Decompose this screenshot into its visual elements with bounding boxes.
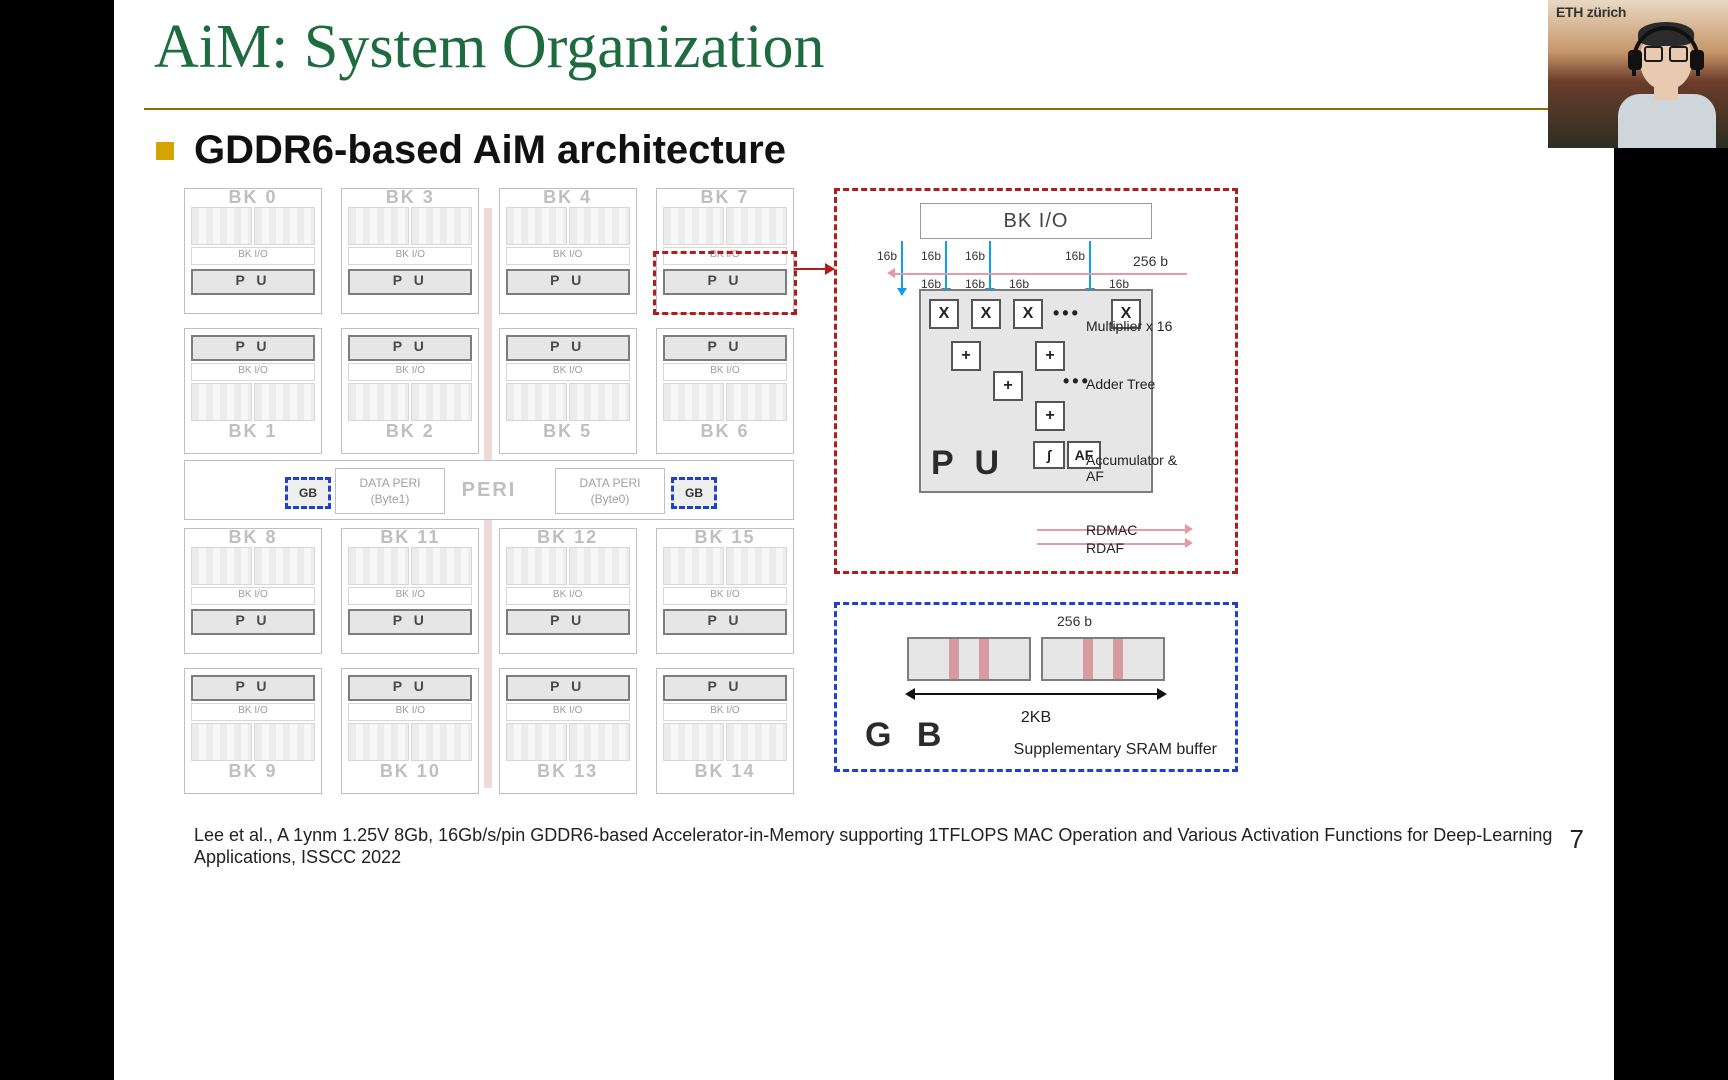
peri-label: PERI — [462, 479, 517, 502]
multiplier-unit: X — [929, 299, 959, 329]
bank-label: BK 3 — [342, 189, 478, 205]
pu-label-accumulator: Accumulator & AF — [1086, 452, 1196, 484]
ellipsis: ••• — [1053, 303, 1081, 324]
bus-bits-label: 256 b — [1133, 253, 1168, 269]
memory-bank: BK 7 BK I/O P U — [656, 188, 794, 314]
bank-row: P UBK I/OBK 9 P UBK I/OBK 10 P UBK I/OBK… — [184, 668, 794, 794]
presentation-slide: AiM: System Organization GDDR6-based AiM… — [114, 0, 1614, 1080]
pu-label-rdaf: RDAF — [1086, 540, 1124, 556]
pu-label-addertree: Adder Tree — [1086, 376, 1155, 392]
bank-row: BK 8BK I/OP U BK 11BK I/OP U BK 12BK I/O… — [184, 528, 794, 654]
bk-io-box: BK I/O — [920, 203, 1152, 239]
peri-block: PERI DATA PERI(Byte1) DATA PERI(Byte0) G… — [184, 460, 794, 520]
memory-bank: BK 0 BK I/O P U — [184, 188, 322, 314]
adder-unit: + — [951, 341, 981, 371]
gb-name: G B — [865, 716, 949, 755]
gb-buffer-bars — [855, 637, 1217, 681]
bank-io: BK I/O — [191, 247, 315, 265]
gb-bits-label: 256 b — [1057, 613, 1092, 629]
slide-subtitle: GDDR6-based AiM architecture — [194, 128, 786, 173]
data-peri-byte0: DATA PERI(Byte0) — [555, 468, 665, 514]
global-buffer-left: GB — [285, 477, 331, 509]
memory-bank: P U BK I/O BK 1 — [184, 328, 322, 454]
accumulator-unit: ∫ — [1033, 441, 1065, 469]
memory-bank: BK 4 BK I/O P U — [499, 188, 637, 314]
processing-unit: P U — [191, 269, 315, 295]
bank-array-diagram: BK 0 BK I/O P U BK 3 BK I/O P U BK 4 BK … — [184, 188, 794, 808]
presenter-avatar — [1612, 18, 1722, 148]
pu-detail-diagram: BK I/O 16b 16b 16b 16b 16b 16b 16b 16b 2… — [834, 188, 1238, 574]
memory-bank: BK 3 BK I/O P U — [341, 188, 479, 314]
bit-label: 16b — [877, 249, 897, 263]
cell-array — [185, 205, 321, 245]
subtitle-row: GDDR6-based AiM architecture — [156, 128, 786, 173]
gb-buffer-half — [1041, 637, 1165, 681]
bank-row: P U BK I/O BK 1 P UBK I/OBK 2 P UBK I/OB… — [184, 328, 794, 454]
gb-buffer-half — [907, 637, 1031, 681]
bank-row: BK 0 BK I/O P U BK 3 BK I/O P U BK 4 BK … — [184, 188, 794, 314]
pu-label-rdmac: RDMAC — [1086, 522, 1137, 538]
page-number: 7 — [1570, 824, 1584, 855]
slide-title: AiM: System Organization — [154, 12, 824, 83]
data-peri-byte1: DATA PERI(Byte1) — [335, 468, 445, 514]
bullet-icon — [156, 142, 174, 160]
pu-zoom-arrow — [794, 268, 834, 270]
title-underline — [144, 108, 1584, 110]
pu-name: P U — [931, 444, 1005, 483]
global-buffer-detail: 256 b 2KB G B Supplementary SRAM buffer — [834, 602, 1238, 772]
pu-label-multiplier: Multiplier x 16 — [1086, 318, 1172, 334]
global-buffer-right: GB — [671, 477, 717, 509]
bank-label: BK 0 — [185, 189, 321, 205]
presenter-webcam: ETH ETH zürichzürich — [1548, 0, 1728, 148]
gb-caption: Supplementary SRAM buffer — [1014, 741, 1217, 759]
citation-footer: Lee et al., A 1ynm 1.25V 8Gb, 16Gb/s/pin… — [194, 824, 1574, 868]
